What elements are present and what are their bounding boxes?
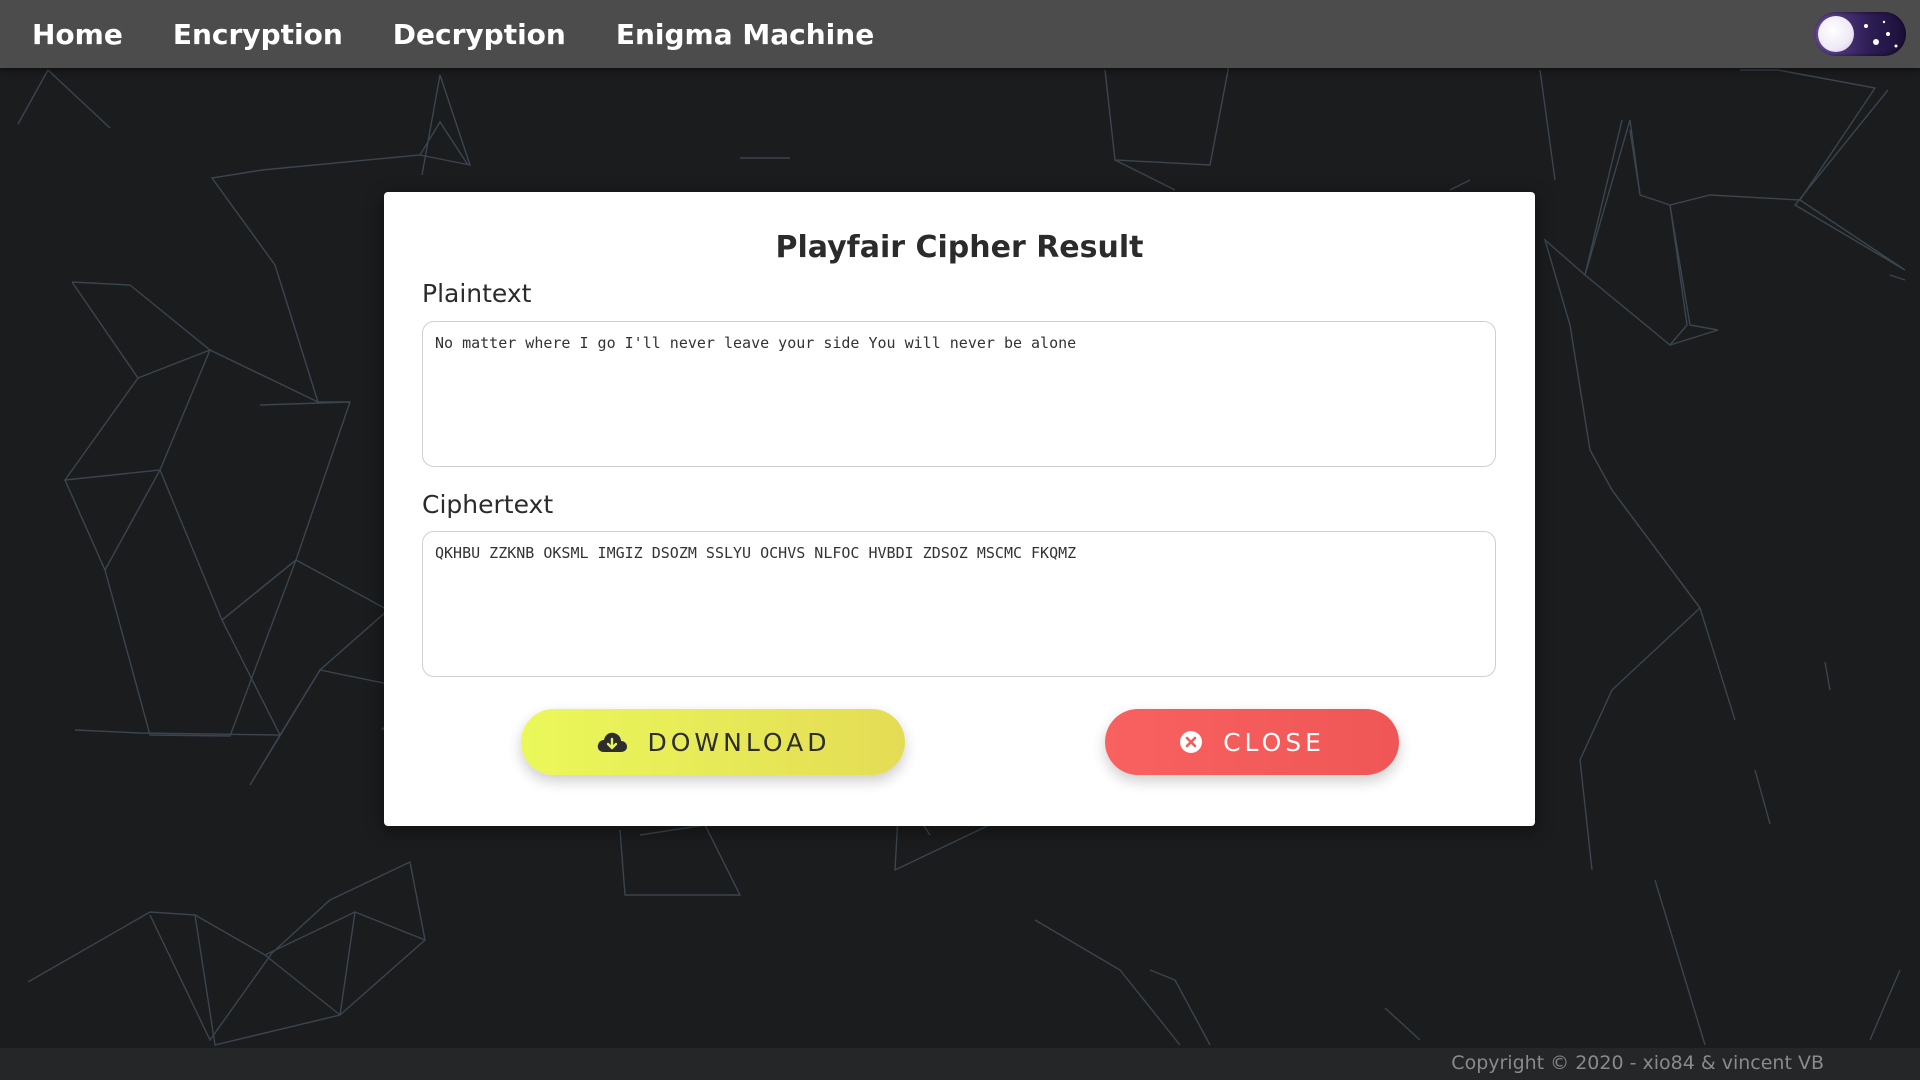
nav-encryption[interactable]: Encryption [173, 18, 343, 51]
download-button[interactable]: DOWNLOAD [521, 709, 905, 775]
download-label: DOWNLOAD [647, 727, 831, 757]
footer: Copyright © 2020 - xio84 & vincent VB [0, 1048, 1920, 1080]
x-circle-icon [1179, 730, 1203, 754]
cloud-download-icon [596, 730, 628, 754]
stars-icon [1864, 20, 1898, 48]
copyright-text: Copyright © 2020 - xio84 & vincent VB [1451, 1052, 1824, 1074]
close-label: CLOSE [1223, 727, 1325, 757]
ciphertext-field[interactable]: QKHBU ZZKNB OKSML IMGIZ DSOZM SSLYU OCHV… [422, 531, 1496, 677]
ciphertext-label: Ciphertext [422, 490, 554, 519]
plaintext-label: Plaintext [422, 279, 532, 308]
close-button[interactable]: CLOSE [1105, 709, 1399, 775]
theme-toggle[interactable] [1814, 12, 1906, 56]
nav-home[interactable]: Home [32, 18, 123, 51]
result-modal: Playfair Cipher Result Plaintext No matt… [384, 192, 1535, 826]
modal-title: Playfair Cipher Result [775, 230, 1144, 265]
nav-decryption[interactable]: Decryption [393, 18, 566, 51]
plaintext-field[interactable]: No matter where I go I'll never leave yo… [422, 321, 1496, 467]
nav-enigma-machine[interactable]: Enigma Machine [616, 18, 874, 51]
top-navbar: Home Encryption Decryption Enigma Machin… [0, 0, 1920, 68]
